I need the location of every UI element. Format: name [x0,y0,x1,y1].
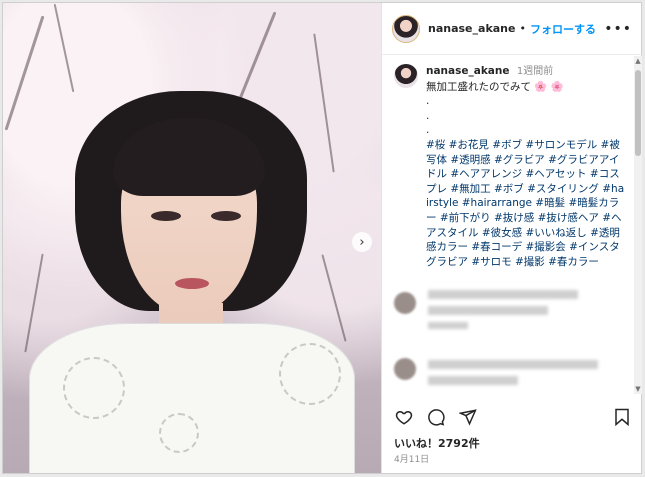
share-button[interactable] [458,407,478,427]
post-photo: › [3,3,381,473]
bookmark-icon [615,408,629,426]
likes-count[interactable]: いいね！2792件 [394,435,480,451]
next-photo-button[interactable]: › [352,232,372,252]
comments-scrollbar[interactable]: ▲ ▼ [634,56,642,394]
scroll-down-arrow-icon[interactable]: ▼ [634,384,642,394]
avatar[interactable] [392,14,420,43]
scrollbar-thumb[interactable] [635,70,641,156]
caption-text: 無加工盛れたのでみて 🌸 🌸 [426,80,564,93]
header-username[interactable]: nanase_akane [428,22,515,35]
more-options-icon[interactable]: ••• [604,21,632,37]
caption-dot: . [426,109,430,122]
caption-username[interactable]: nanase_akane [426,65,510,77]
share-icon [459,409,477,426]
save-button[interactable] [612,407,632,427]
post-side-panel: nanase_akane • フォローする ••• nanase_akane 1… [381,3,642,473]
post-date[interactable]: 4月11日 [394,452,429,465]
caption: nanase_akane 1週間前 無加工盛れたのでみて 🌸 🌸 . . . #… [426,64,626,269]
blurred-comment [394,288,594,329]
follow-button[interactable]: フォローする [530,21,596,37]
scroll-up-arrow-icon[interactable]: ▲ [634,56,642,66]
action-bar [382,401,642,431]
blurred-comment [394,354,598,394]
chevron-right-icon: › [359,234,365,250]
post-header: nanase_akane • フォローする ••• [382,3,642,55]
separator-dot: • [519,22,526,35]
comments-scroll-area[interactable]: nanase_akane 1週間前 無加工盛れたのでみて 🌸 🌸 . . . #… [382,56,634,394]
caption-dot: . [426,124,430,137]
caption-time: 1週間前 [516,66,554,77]
comment-button[interactable] [426,407,446,427]
like-button[interactable] [394,407,414,427]
instagram-embed: › nanase_akane • フォローする ••• nanase_akane… [2,2,642,474]
caption-avatar[interactable] [394,64,418,88]
heart-icon [395,410,413,425]
comment-icon [428,409,445,426]
caption-hashtags[interactable]: #桜 #お花見 #ボブ #サロンモデル #被写体 #透明感 #グラビア #グラビ… [426,138,626,269]
blouse [29,323,355,473]
caption-dot: . [426,95,430,108]
